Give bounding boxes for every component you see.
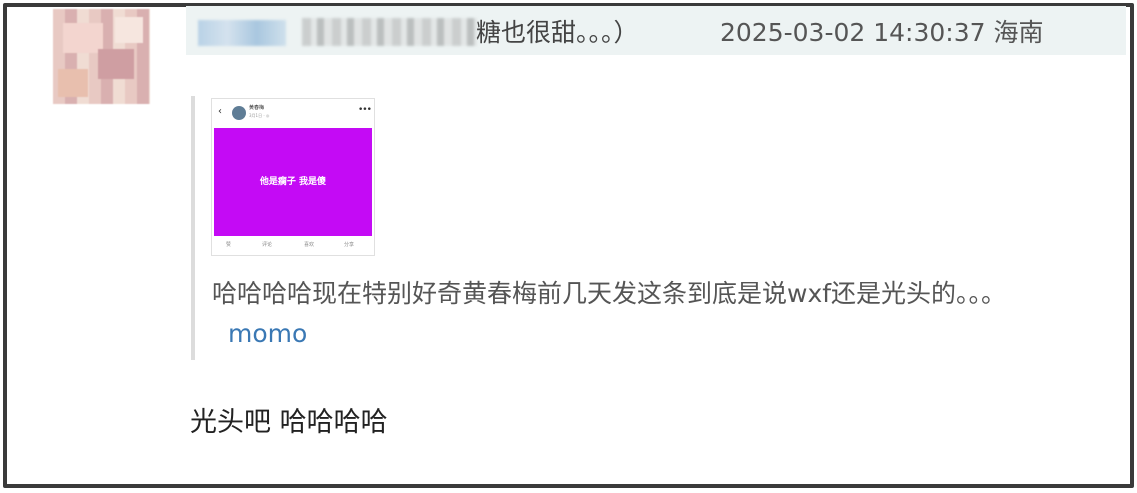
favorite-action: 喜欢: [304, 242, 315, 248]
embed-header: ‹ 黄春梅 3月1日 · ◎ •••: [212, 99, 374, 127]
blurred-text: [302, 18, 477, 46]
share-action: 分享: [344, 242, 355, 248]
embed-actions: 赞 评论 喜欢 分享: [212, 239, 374, 253]
embedded-post-screenshot[interactable]: ‹ 黄春梅 3月1日 · ◎ ••• 他是瘸子 我是傻 赞 评论 喜欢 分享: [211, 98, 375, 256]
quoted-comment: 哈哈哈哈现在特别好奇黄春梅前几天发这条到底是说wxf还是光头的。。。 momo: [212, 274, 1032, 354]
embed-image-text: 他是瘸子 我是傻: [259, 177, 327, 187]
header-text: 糖也很甜。。。）: [476, 18, 639, 47]
avatar[interactable]: [53, 9, 150, 104]
more-dots-icon: •••: [358, 105, 372, 115]
back-chevron-icon: ‹: [218, 106, 222, 117]
blurred-username[interactable]: [198, 20, 286, 46]
reply-text: 光头吧 哈哈哈哈: [190, 407, 388, 438]
embed-image: 他是瘸子 我是傻: [214, 128, 372, 236]
embed-account-name: 黄春梅: [249, 105, 265, 111]
embed-avatar: [232, 106, 246, 120]
like-action: 赞: [226, 242, 232, 248]
embed-account-meta: 3月1日 · ◎: [249, 113, 270, 118]
comment-timestamp: 2025-03-02 14:30:37 海南: [720, 18, 1044, 47]
quoted-author-link[interactable]: momo: [228, 319, 307, 348]
quoted-comment-text: 哈哈哈哈现在特别好奇黄春梅前几天发这条到底是说wxf还是光头的。。。: [212, 279, 1007, 308]
comment-action: 评论: [262, 242, 273, 248]
